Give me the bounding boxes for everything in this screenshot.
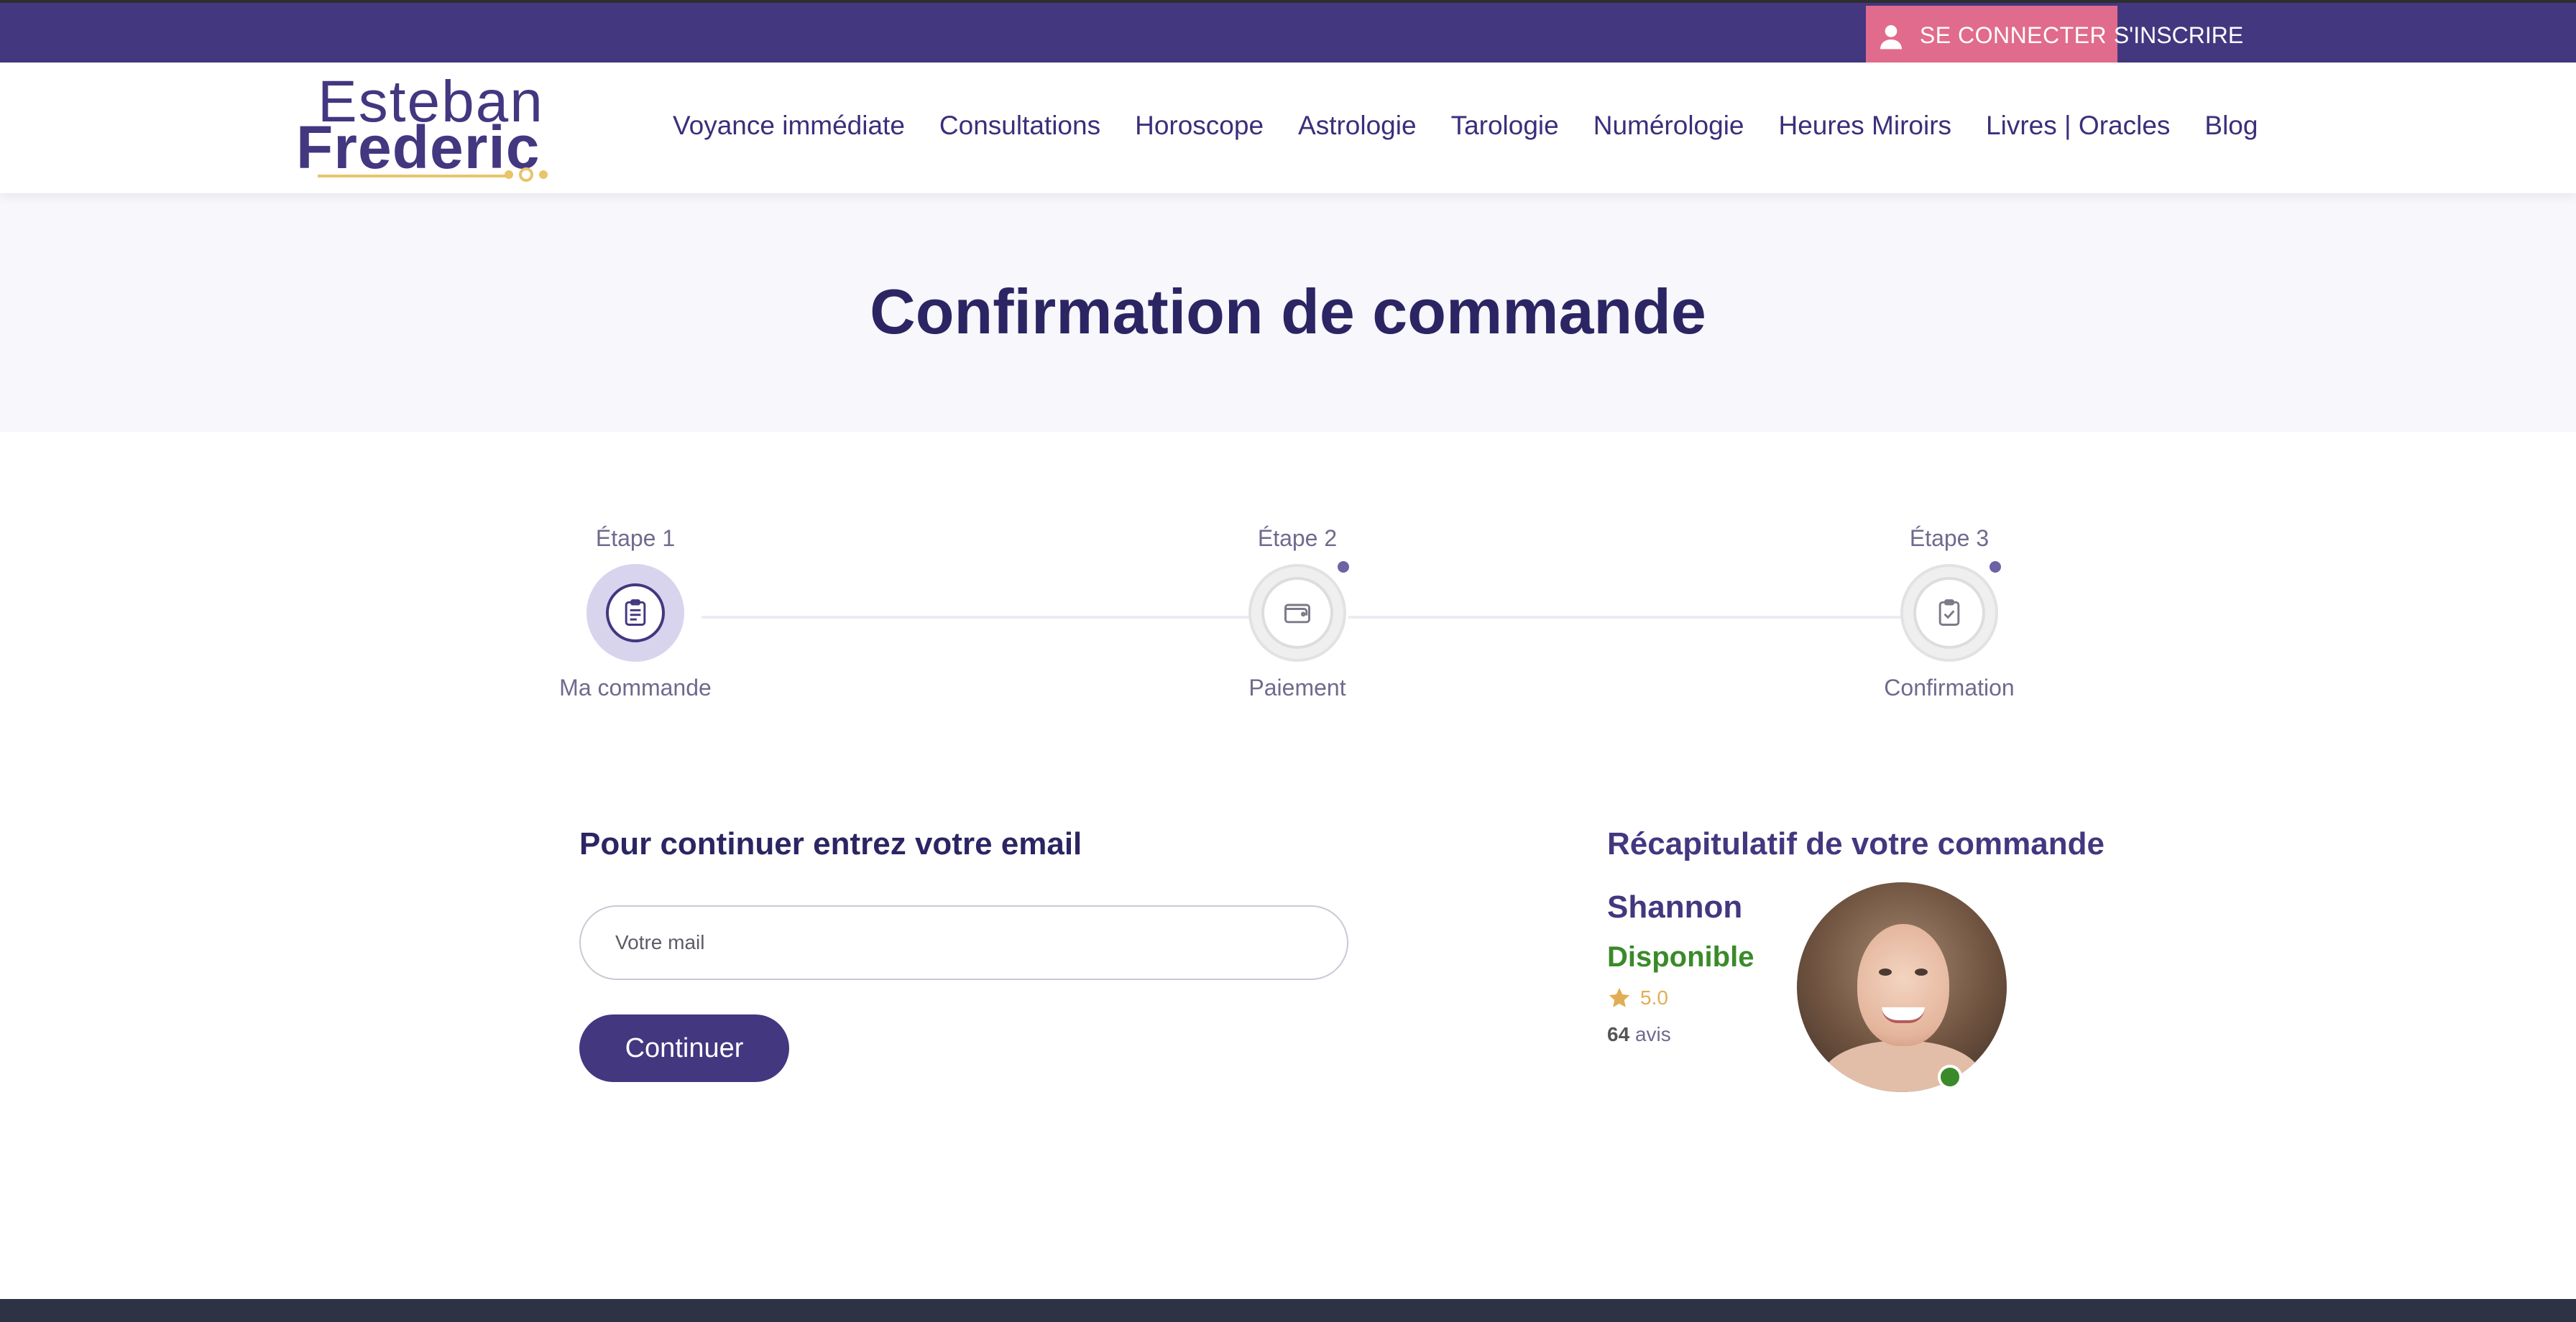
- order-steps: Étape 1 Ma commande Étape 2 Paiement Éta…: [0, 432, 2576, 734]
- clipboard-check-icon: [1938, 599, 1960, 626]
- star-icon: [1609, 987, 1630, 1007]
- nav-item-consultations[interactable]: Consultations: [939, 111, 1100, 141]
- step-indicator-dot: [1990, 561, 2001, 573]
- nav-item-horoscope[interactable]: Horoscope: [1135, 111, 1264, 141]
- logo-line2: Frederic: [296, 114, 540, 181]
- wallet-icon: [1284, 604, 1310, 624]
- nav-item-blog[interactable]: Blog: [2204, 111, 2258, 141]
- online-status-dot: [1938, 1065, 1962, 1089]
- main-nav: Voyance immédiate Consultations Horoscop…: [673, 63, 2258, 189]
- step-connector: [1348, 616, 1902, 619]
- site-header: Esteban Frederic Voyance immédiate Consu…: [0, 63, 2576, 193]
- reviews-count: 64 avis: [1607, 1023, 1671, 1046]
- logo-dots: [505, 167, 548, 182]
- advisor-rating: 5.0: [1607, 986, 1668, 1010]
- top-bar: SE CONNECTER S'INSCRIRE: [0, 0, 2576, 65]
- reviews-number: 64: [1607, 1023, 1630, 1045]
- email-field[interactable]: [579, 905, 1348, 980]
- summary-title: Récapitulatif de votre commande: [1607, 826, 2104, 861]
- nav-item-numerologie[interactable]: Numérologie: [1593, 111, 1744, 141]
- page-title: Confirmation de commande: [870, 276, 1706, 347]
- continue-button[interactable]: Continuer: [579, 1014, 789, 1082]
- step-title: Étape 3: [1909, 525, 1990, 551]
- step-label: Ma commande: [559, 675, 712, 701]
- availability-status: Disponible: [1607, 941, 1754, 973]
- step-2[interactable]: Étape 2 Paiement: [1190, 521, 1405, 701]
- step-label: Confirmation: [1884, 675, 2015, 701]
- step-1[interactable]: Étape 1 Ma commande: [528, 521, 743, 701]
- advisor-avatar[interactable]: [1797, 882, 2007, 1092]
- clipboard-list-icon: [625, 599, 646, 626]
- advisor-name[interactable]: Shannon: [1607, 889, 1742, 925]
- signup-button[interactable]: S'INSCRIRE: [2114, 6, 2243, 65]
- email-form-title: Pour continuer entrez votre email: [579, 826, 1082, 861]
- user-icon: [1880, 24, 1902, 49]
- nav-item-voyance[interactable]: Voyance immédiate: [673, 111, 905, 141]
- step-title: Étape 1: [595, 525, 676, 551]
- footer-bar: [0, 1299, 2576, 1322]
- step-3[interactable]: Étape 3 Confirmation: [1841, 521, 2057, 701]
- login-button[interactable]: SE CONNECTER: [1866, 6, 2117, 65]
- rating-value: 5.0: [1640, 986, 1668, 1009]
- logo-underline: [318, 175, 512, 177]
- nav-item-tarologie[interactable]: Tarologie: [1451, 111, 1559, 141]
- nav-item-heures-miroirs[interactable]: Heures Miroirs: [1779, 111, 1952, 141]
- site-logo[interactable]: Esteban Frederic: [296, 70, 555, 185]
- reviews-label: avis: [1634, 1023, 1671, 1045]
- nav-item-astrologie[interactable]: Astrologie: [1298, 111, 1417, 141]
- nav-item-livres-oracles[interactable]: Livres | Oracles: [1986, 111, 2170, 141]
- step-indicator-dot: [1338, 561, 1349, 573]
- step-connector: [702, 616, 1251, 619]
- page-hero: Confirmation de commande: [0, 193, 2576, 432]
- step-label: Paiement: [1248, 675, 1346, 701]
- step-title: Étape 2: [1257, 525, 1338, 551]
- login-label: SE CONNECTER: [1919, 22, 2107, 48]
